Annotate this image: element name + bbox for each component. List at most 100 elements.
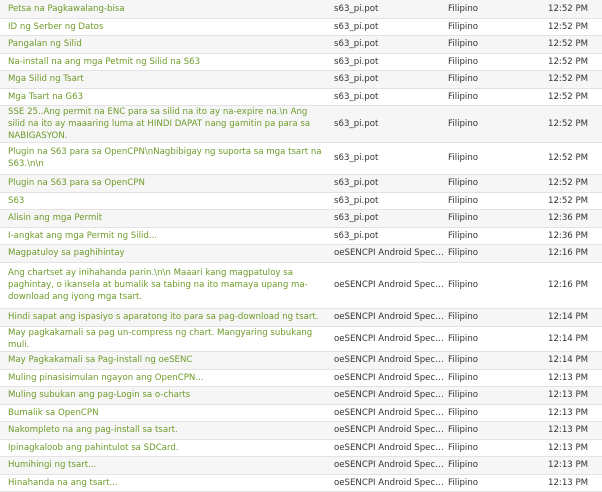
source-string-link[interactable]: Hinahanda na ang tsart... bbox=[8, 477, 326, 489]
source-string-cell: Bumalik sa OpenCPN bbox=[0, 404, 326, 421]
resource-file-cell: s63_pi.pot bbox=[334, 178, 379, 188]
timestamp-cell: 12:52 PM bbox=[548, 91, 589, 102]
timestamp-cell: 12:13 PM bbox=[548, 460, 589, 470]
table-row[interactable]: Plugin na S63 para sa OpenCPN s63_pi.pot F… bbox=[0, 174, 602, 192]
timestamp-cell: 12:14 PM bbox=[548, 355, 589, 365]
table-row[interactable]: Bumalik sa OpenCPN oeSENCPI Android Speci… bbox=[0, 404, 602, 421]
source-string-link[interactable]: S63 bbox=[8, 195, 326, 207]
source-string-link[interactable]: Plugin na S63 para sa OpenCPN\nNagbibiga… bbox=[8, 146, 326, 170]
resource-file-cell: s63_pi.pot bbox=[334, 3, 379, 14]
source-string-link[interactable]: Petsa na Pagkawalang-bisa bbox=[8, 3, 326, 15]
timestamp-cell: 12:52 PM bbox=[548, 56, 589, 67]
table-row[interactable]: Na-install na ang mga Petmit ng Silid na… bbox=[0, 53, 602, 70]
source-string-cell: Humihingi ng tsart... bbox=[0, 456, 326, 474]
timestamp-cell: 12:52 PM bbox=[548, 195, 589, 206]
source-string-link[interactable]: Muling pinasisimulan ngayon ang OpenCPN.… bbox=[8, 372, 326, 384]
source-string-cell: Mga Tsart na G63 bbox=[0, 88, 326, 105]
source-string-link[interactable]: ID ng Serber ng Datos bbox=[8, 21, 326, 33]
table-row[interactable]: May pagkakamali sa pag un-compress ng ch… bbox=[0, 326, 602, 351]
resource-file-cell: s63_pi.pot bbox=[334, 213, 379, 223]
source-string-cell: Plugin na S63 para sa OpenCPN bbox=[0, 174, 326, 192]
table-row[interactable]: Nakompleto na ang pag-install sa tsart. o… bbox=[0, 421, 602, 439]
source-string-cell: Magpatuloy sa paghihintay bbox=[0, 244, 326, 262]
table-row[interactable]: Ang chartset ay inihahanda parin.\n\n Ma… bbox=[0, 262, 602, 308]
timestamp-cell: 12:16 PM bbox=[548, 280, 589, 290]
table-row[interactable]: ID ng Serber ng Datos s63_pi.pot Filipino 1… bbox=[0, 18, 602, 35]
table-row[interactable]: Humihingi ng tsart... oeSENCPI Android Sp… bbox=[0, 456, 602, 474]
resource-file-cell: s63_pi.pot bbox=[334, 153, 379, 163]
table-row[interactable]: May Pagkakamali sa Pag-install ng oeSENC… bbox=[0, 351, 602, 369]
language-cell: Filipino bbox=[448, 21, 479, 32]
table-row[interactable]: S63 s63_pi.pot Filipino 12:52 PM bbox=[0, 192, 602, 209]
language-cell: Filipino bbox=[448, 442, 479, 453]
timestamp-cell: 12:52 PM bbox=[548, 3, 589, 14]
language-cell: Filipino bbox=[448, 74, 479, 84]
resource-file-cell: s63_pi.pot bbox=[334, 56, 379, 67]
translations-table-body: Petsa na Pagkawalang-bisa s63_pi.pot Filip… bbox=[0, 0, 602, 491]
timestamp-cell: 12:52 PM bbox=[548, 153, 589, 163]
language-cell: Filipino bbox=[448, 118, 479, 129]
source-string-link[interactable]: Bumalik sa OpenCPN bbox=[8, 407, 326, 419]
language-cell: Filipino bbox=[448, 333, 479, 344]
table-row[interactable]: Petsa na Pagkawalang-bisa s63_pi.pot Filip… bbox=[0, 0, 602, 18]
source-string-cell: Ang chartset ay inihahanda parin.\n\n Ma… bbox=[0, 262, 326, 308]
resource-file-cell: oeSENCPI Android Specifi... bbox=[334, 442, 446, 453]
table-row[interactable]: Pangalan ng Silid s63_pi.pot Filipino 12:52… bbox=[0, 35, 602, 53]
source-string-link[interactable]: Alisin ang mga Permit bbox=[8, 212, 326, 224]
table-row[interactable]: Alisin ang mga Permit s63_pi.pot Filipino 1… bbox=[0, 209, 602, 227]
resource-file-cell: s63_pi.pot bbox=[334, 230, 379, 241]
language-cell: Filipino bbox=[448, 3, 479, 14]
source-string-link[interactable]: Mga Silid ng Tsart bbox=[8, 73, 326, 85]
table-row[interactable]: Ipinagkaloob ang pahintulot sa SDCard. oe… bbox=[0, 439, 602, 456]
resource-file-cell: oeSENCPI Android Specifi... bbox=[334, 407, 446, 418]
source-string-link[interactable]: Nakompleto na ang pag-install sa tsart. bbox=[8, 424, 326, 436]
source-string-link[interactable]: Hindi sapat ang ispasiyo s aparatong ito… bbox=[8, 311, 326, 323]
language-cell: Filipino bbox=[448, 91, 479, 102]
source-string-link[interactable]: Humihingi ng tsart... bbox=[8, 459, 326, 471]
timestamp-cell: 12:14 PM bbox=[548, 312, 589, 322]
resource-file-cell: oeSENCPI Android Specifi... bbox=[334, 425, 446, 435]
source-string-link[interactable]: SSE 25..Ang permit na ENC para sa silid … bbox=[8, 106, 326, 142]
source-string-link[interactable]: Pangalan ng Silid bbox=[8, 38, 326, 50]
source-string-cell: Plugin na S63 para sa OpenCPN\nNagbibiga… bbox=[0, 142, 326, 174]
source-string-cell: Hinahanda na ang tsart... bbox=[0, 474, 326, 491]
table-row[interactable]: Muling subukan ang pag-Login sa o-charts… bbox=[0, 386, 602, 404]
source-string-cell: Muling pinasisimulan ngayon ang OpenCPN.… bbox=[0, 369, 326, 386]
language-cell: Filipino bbox=[448, 39, 479, 49]
source-string-link[interactable]: Magpatuloy sa paghihintay bbox=[8, 247, 326, 259]
table-row[interactable]: I-angkat ang mga Permit ng Silid... s63_p… bbox=[0, 227, 602, 244]
source-string-link[interactable]: Muling subukan ang pag-Login sa o-charts bbox=[8, 389, 326, 401]
timestamp-cell: 12:52 PM bbox=[548, 118, 589, 129]
source-string-cell: May pagkakamali sa pag un-compress ng ch… bbox=[0, 326, 326, 351]
table-row[interactable]: Muling pinasisimulan ngayon ang OpenCPN.… bbox=[0, 369, 602, 386]
table-row[interactable]: Hindi sapat ang ispasiyo s aparatong ito… bbox=[0, 308, 602, 326]
source-string-link[interactable]: Ang chartset ay inihahanda parin.\n\n Ma… bbox=[8, 267, 326, 303]
source-string-cell: Ipinagkaloob ang pahintulot sa SDCard. bbox=[0, 439, 326, 456]
source-string-link[interactable]: Na-install na ang mga Petmit ng Silid na… bbox=[8, 56, 326, 68]
source-string-link[interactable]: May pagkakamali sa pag un-compress ng ch… bbox=[8, 327, 326, 351]
language-cell: Filipino bbox=[448, 460, 479, 470]
timestamp-cell: 12:52 PM bbox=[548, 21, 589, 32]
language-cell: Filipino bbox=[448, 390, 479, 400]
table-row[interactable]: Magpatuloy sa paghihintay oeSENCPI Androi… bbox=[0, 244, 602, 262]
table-row[interactable]: Hinahanda na ang tsart... oeSENCPI Androi… bbox=[0, 474, 602, 491]
timestamp-cell: 12:16 PM bbox=[548, 248, 589, 258]
timestamp-cell: 12:13 PM bbox=[548, 390, 589, 400]
timestamp-cell: 12:13 PM bbox=[548, 477, 589, 488]
timestamp-cell: 12:52 PM bbox=[548, 39, 589, 49]
language-cell: Filipino bbox=[448, 407, 479, 418]
source-string-link[interactable]: I-angkat ang mga Permit ng Silid... bbox=[8, 230, 326, 242]
language-cell: Filipino bbox=[448, 355, 479, 365]
timestamp-cell: 12:14 PM bbox=[548, 333, 589, 344]
source-string-link[interactable]: Plugin na S63 para sa OpenCPN bbox=[8, 177, 326, 189]
table-row[interactable]: Mga Tsart na G63 s63_pi.pot Filipino 12:52 … bbox=[0, 88, 602, 105]
table-row[interactable]: Mga Silid ng Tsart s63_pi.pot Filipino 12:5… bbox=[0, 70, 602, 88]
source-string-link[interactable]: May Pagkakamali sa Pag-install ng oeSENC bbox=[8, 354, 326, 366]
table-row[interactable]: Plugin na S63 para sa OpenCPN\nNagbibiga… bbox=[0, 142, 602, 174]
timestamp-cell: 12:52 PM bbox=[548, 178, 589, 188]
source-string-link[interactable]: Ipinagkaloob ang pahintulot sa SDCard. bbox=[8, 442, 326, 454]
language-cell: Filipino bbox=[448, 372, 479, 383]
source-string-link[interactable]: Mga Tsart na G63 bbox=[8, 91, 326, 103]
table-row[interactable]: SSE 25..Ang permit na ENC para sa silid … bbox=[0, 105, 602, 142]
language-cell: Filipino bbox=[448, 477, 479, 488]
